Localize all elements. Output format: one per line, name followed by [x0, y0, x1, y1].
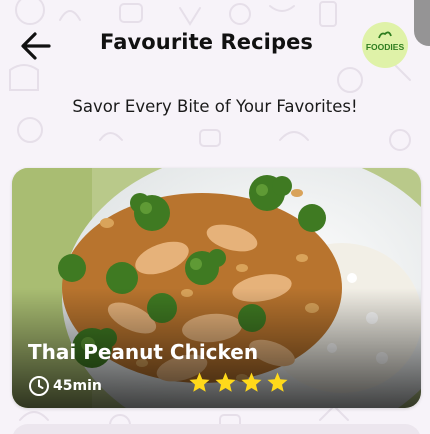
star-icon — [215, 372, 236, 392]
svg-text:FOODIES: FOODIES — [366, 42, 405, 52]
star-icon — [189, 372, 210, 392]
recipe-name: Thai Peanut Chicken — [28, 340, 259, 364]
clock-icon — [29, 376, 49, 396]
star-icon — [267, 372, 288, 392]
star-icon — [241, 372, 262, 392]
app-header: Favourite Recipes FOODIES — [0, 0, 430, 90]
arrow-left-icon — [21, 32, 51, 60]
cook-time: 45min — [28, 373, 102, 399]
recipe-card[interactable]: Thai Peanut Chicken 45min — [12, 168, 421, 408]
cook-time-label: 45min — [53, 378, 102, 394]
tagline: Savor Every Bite of Your Favorites! — [72, 97, 358, 116]
next-recipe-card[interactable] — [12, 424, 421, 434]
foodies-logo: FOODIES — [362, 22, 408, 68]
star-rating — [188, 371, 289, 394]
scrollbar-thumb[interactable] — [414, 0, 430, 46]
back-button[interactable] — [16, 26, 56, 66]
page-title: Favourite Recipes — [100, 30, 314, 54]
